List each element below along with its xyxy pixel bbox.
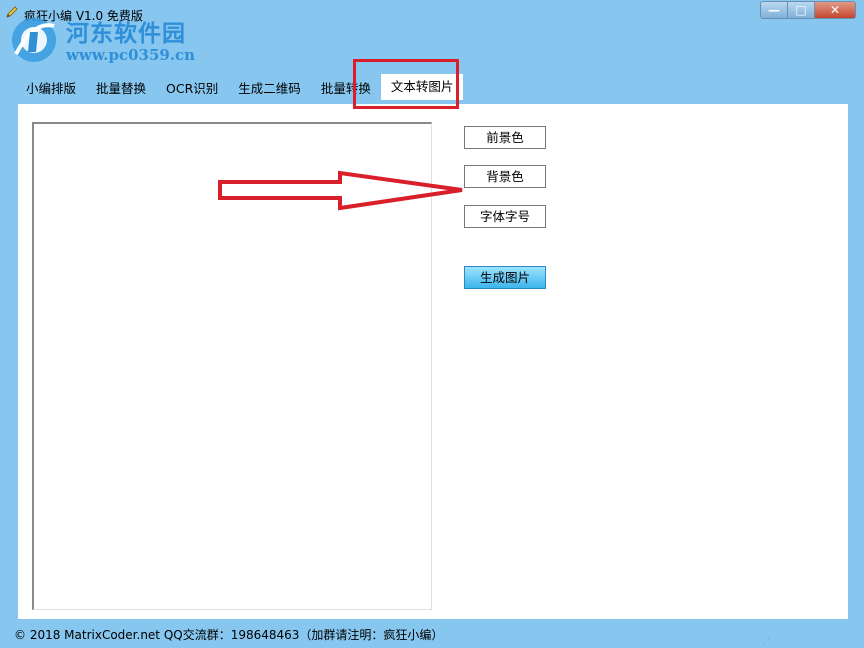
- window-controls: — □ ✕: [760, 1, 856, 19]
- maximize-button[interactable]: □: [788, 1, 815, 19]
- watermark-name: 河东软件园: [66, 20, 186, 47]
- resize-grip-icon[interactable]: ⋰: [762, 637, 770, 646]
- tab-ocr[interactable]: OCR识别: [156, 78, 228, 100]
- close-button[interactable]: ✕: [815, 1, 856, 19]
- generate-image-button[interactable]: 生成图片: [464, 266, 546, 289]
- watermark-logo-icon: [12, 18, 56, 62]
- watermark: 河东软件园 www.pc0359.cn: [6, 12, 216, 68]
- foreground-color-button[interactable]: 前景色: [464, 126, 546, 149]
- close-icon: ✕: [829, 3, 841, 17]
- maximize-icon: □: [795, 3, 807, 17]
- tab-layout[interactable]: 小编排版: [16, 78, 86, 100]
- status-bar-text: © 2018 MatrixCoder.net QQ交流群：198648463（加…: [14, 628, 444, 642]
- annotation-highlight-box: [353, 59, 459, 109]
- background-color-button[interactable]: 背景色: [464, 165, 546, 188]
- watermark-url: www.pc0359.cn: [66, 46, 196, 64]
- tab-qrcode[interactable]: 生成二维码: [228, 78, 311, 100]
- font-size-button[interactable]: 字体字号: [464, 205, 546, 228]
- annotation-arrow: [218, 170, 463, 211]
- minimize-icon: —: [768, 3, 780, 17]
- minimize-button[interactable]: —: [760, 1, 788, 19]
- tab-batch-replace[interactable]: 批量替换: [86, 78, 156, 100]
